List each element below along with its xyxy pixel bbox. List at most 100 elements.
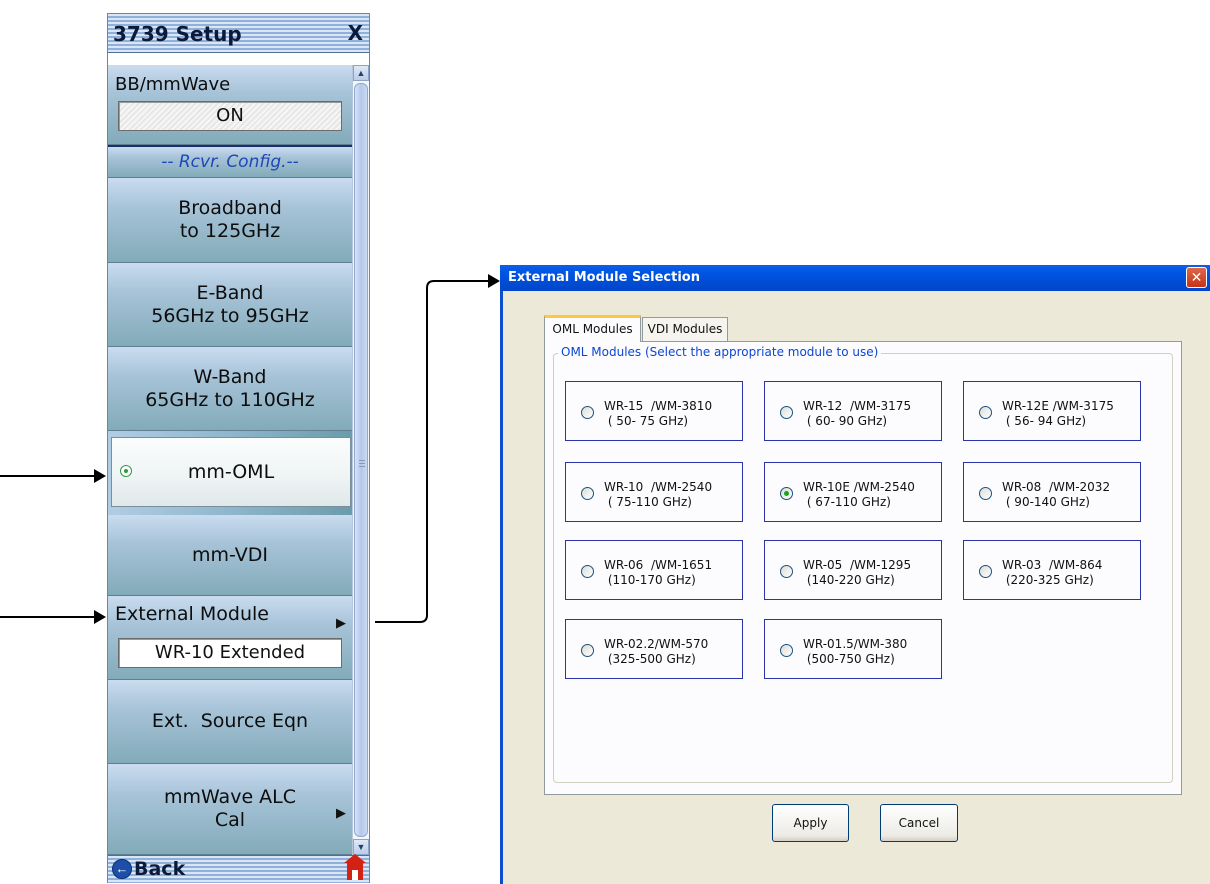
radio-icon[interactable] (780, 644, 793, 657)
module-name: WR-15 /WM-3810 (604, 399, 713, 413)
module-option-wr-12e[interactable]: WR-12E /WM-3175 ( 56- 94 GHz) (963, 381, 1141, 441)
scroll-up-button[interactable]: ▲ (353, 65, 369, 81)
e-band-range: 56GHz to 95GHz (151, 304, 309, 327)
w-band-range: 65GHz to 110GHz (145, 388, 315, 411)
bb-mmwave-value: ON (118, 101, 342, 131)
external-module-value: WR-10 Extended (118, 638, 342, 668)
menu-item-mm-oml[interactable]: mm-OML (111, 437, 351, 507)
apply-button[interactable]: Apply (772, 804, 849, 842)
menu-item-bb-mmwave[interactable]: BB/mmWave ON (108, 65, 352, 145)
oml-modules-group: OML Modules (Select the appropriate modu… (553, 345, 1173, 783)
module-option-wr-03[interactable]: WR-03 /WM-864 (220-325 GHz) (963, 540, 1141, 600)
w-band-label: W-Band (193, 365, 267, 388)
menu-scrollbar[interactable]: ▲ ▼ (352, 65, 369, 855)
group-label: OML Modules (Select the appropriate modu… (558, 345, 882, 359)
dialog-left-border (500, 291, 503, 884)
radio-icon[interactable] (581, 565, 594, 578)
module-name: WR-10 /WM-2540 (604, 480, 713, 494)
dialog-close-icon[interactable]: ✕ (1186, 267, 1207, 288)
menu-item-ext-source-eqn[interactable]: Ext. Source Eqn (108, 680, 352, 764)
submenu-arrow-icon: ▶ (336, 806, 346, 821)
mm-oml-radio-icon (120, 465, 132, 477)
module-range: ( 67-110 GHz) (803, 495, 891, 509)
module-option-wr-01-5[interactable]: WR-01.5/WM-380 (500-750 GHz) (764, 619, 942, 679)
ext-source-eqn-label: Ext. Source Eqn (151, 710, 309, 732)
mm-vdi-label: mm-VDI (192, 543, 268, 566)
rcvr-config-header: -- Rcvr. Config.-- (108, 145, 352, 178)
radio-icon[interactable] (780, 565, 793, 578)
module-range: (500-750 GHz) (803, 652, 895, 666)
module-range: (325-500 GHz) (604, 652, 696, 666)
module-range: (110-170 GHz) (604, 573, 696, 587)
setup-menu-panel: 3739 Setup X BB/mmWave ON -- Rcvr. Confi… (107, 13, 370, 884)
grip-icon (359, 460, 365, 468)
broadband-range: to 125GHz (179, 220, 281, 242)
e-band-label: E-Band (196, 281, 264, 304)
submenu-arrow-icon: ▶ (336, 616, 346, 631)
menu-item-mm-vdi[interactable]: mm-VDI (108, 515, 352, 596)
menu-body: BB/mmWave ON -- Rcvr. Config.-- Broadban… (108, 65, 352, 855)
radio-icon[interactable] (780, 406, 793, 419)
mmwave-alc-label-2: Cal (214, 809, 246, 831)
cancel-button[interactable]: Cancel (880, 804, 958, 842)
broadband-label: Broadband (178, 197, 282, 219)
module-name: WR-02.2/WM-570 (604, 637, 709, 651)
module-range: (220-325 GHz) (1002, 573, 1094, 587)
tab-oml-modules[interactable]: OML Modules (544, 315, 641, 342)
external-module-label: External Module (115, 603, 269, 625)
module-range: (140-220 GHz) (803, 573, 895, 587)
home-icon[interactable] (344, 854, 366, 880)
callout-connector-arrow (375, 274, 500, 623)
dialog-title: External Module Selection (508, 270, 700, 285)
mmwave-alc-label: mmWave ALC (163, 786, 297, 808)
menu-close-button[interactable]: X (348, 21, 363, 45)
dialog-titlebar: External Module Selection ✕ (500, 265, 1210, 291)
module-name: WR-08 /WM-2032 (1002, 480, 1111, 494)
callout-arrow-external-module (0, 610, 106, 624)
bb-mmwave-label: BB/mmWave (115, 74, 231, 95)
menu-item-w-band[interactable]: W-Band 65GHz to 110GHz (108, 347, 352, 431)
module-name: WR-10E /WM-2540 (803, 480, 915, 494)
tab-vdi-modules[interactable]: VDI Modules (642, 317, 728, 341)
module-range: ( 75-110 GHz) (604, 495, 692, 509)
module-name: WR-12 /WM-3175 (803, 399, 912, 413)
module-option-wr-10[interactable]: WR-10 /WM-2540 ( 75-110 GHz) (565, 462, 743, 522)
module-option-wr-06[interactable]: WR-06 /WM-1651 (110-170 GHz) (565, 540, 743, 600)
module-name: WR-05 /WM-1295 (803, 558, 912, 572)
menu-item-mmwave-alc-cal[interactable]: mmWave ALC Cal ▶ (108, 764, 352, 855)
module-option-wr-08[interactable]: WR-08 /WM-2032 ( 90-140 GHz) (963, 462, 1141, 522)
menu-item-broadband[interactable]: Broadband to 125GHz (108, 178, 352, 263)
radio-icon[interactable] (979, 565, 992, 578)
menu-title: 3739 Setup (113, 22, 242, 46)
back-button[interactable]: Back (134, 858, 185, 880)
scroll-thumb[interactable] (354, 83, 368, 837)
menu-item-external-module[interactable]: External Module ▶ WR-10 Extended (108, 596, 352, 680)
radio-icon[interactable] (979, 487, 992, 500)
radio-icon[interactable] (581, 644, 594, 657)
module-option-wr-10e[interactable]: WR-10E /WM-2540 ( 67-110 GHz) (764, 462, 942, 522)
menu-item-e-band[interactable]: E-Band 56GHz to 95GHz (108, 263, 352, 347)
module-name: WR-06 /WM-1651 (604, 558, 713, 572)
mm-oml-label: mm-OML (187, 460, 275, 483)
module-option-wr-05[interactable]: WR-05 /WM-1295 (140-220 GHz) (764, 540, 942, 600)
radio-icon[interactable] (581, 406, 594, 419)
radio-selected-icon[interactable] (780, 487, 793, 500)
module-option-wr-12[interactable]: WR-12 /WM-3175 ( 60- 90 GHz) (764, 381, 942, 441)
module-range: ( 60- 90 GHz) (803, 414, 888, 428)
radio-icon[interactable] (979, 406, 992, 419)
callout-arrow-mm-oml (0, 469, 106, 483)
module-range: ( 50- 75 GHz) (604, 414, 689, 428)
back-bar: ← Back (108, 854, 369, 883)
module-name: WR-03 /WM-864 (1002, 558, 1103, 572)
radio-icon[interactable] (581, 487, 594, 500)
module-range: ( 56- 94 GHz) (1002, 414, 1087, 428)
module-option-wr-15[interactable]: WR-15 /WM-3810 ( 50- 75 GHz) (565, 381, 743, 441)
module-range: ( 90-140 GHz) (1002, 495, 1090, 509)
module-option-wr-02-2[interactable]: WR-02.2/WM-570 (325-500 GHz) (565, 619, 743, 679)
menu-titlebar: 3739 Setup X (108, 14, 369, 53)
external-module-dialog: External Module Selection ✕ OML Modules … (500, 265, 1210, 884)
scroll-down-button[interactable]: ▼ (353, 839, 369, 855)
back-arrow-icon[interactable]: ← (112, 859, 132, 879)
module-name: WR-01.5/WM-380 (803, 637, 908, 651)
module-name: WR-12E /WM-3175 (1002, 399, 1114, 413)
